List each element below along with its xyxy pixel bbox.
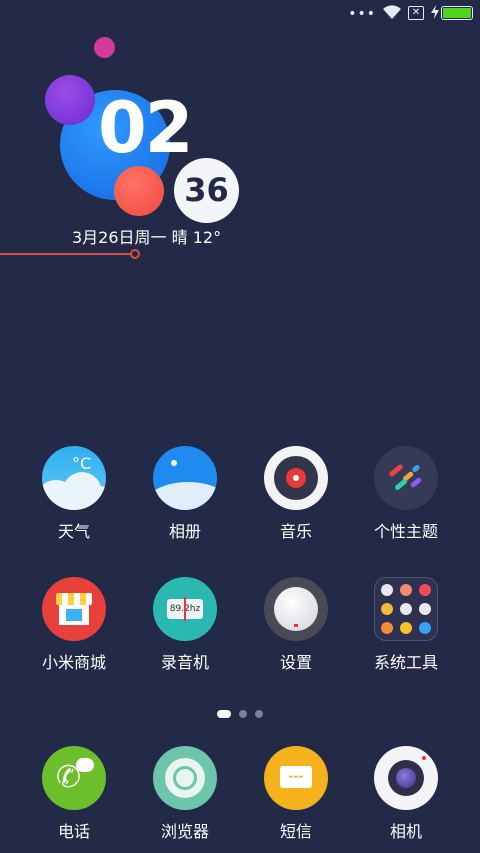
- app-label: 小米商城: [41, 653, 106, 672]
- app-tools-folder[interactable]: 系统工具: [356, 577, 456, 673]
- app-label: 个性主题: [373, 522, 438, 541]
- app-label: 设置: [279, 653, 312, 672]
- app-label: 电话: [57, 822, 90, 841]
- app-label: 录音机: [160, 653, 209, 672]
- app-label: 相机: [389, 822, 422, 841]
- music-icon[interactable]: [264, 446, 328, 510]
- app-settings[interactable]: 设置: [246, 577, 346, 673]
- date-weather-text: 3月26日周一 晴 12°: [72, 228, 222, 247]
- tools-folder-icon[interactable]: [374, 577, 438, 641]
- app-label: 浏览器: [160, 822, 209, 841]
- phone-icon[interactable]: ✆: [42, 746, 106, 810]
- dock-browser[interactable]: 浏览器: [135, 746, 235, 842]
- messages-icon[interactable]: ---: [264, 746, 328, 810]
- app-recorder[interactable]: 89.2hz 录音机: [135, 577, 235, 673]
- recorder-icon[interactable]: 89.2hz: [153, 577, 217, 641]
- page-indicator[interactable]: [0, 703, 480, 722]
- charging-bolt-icon: [431, 5, 439, 19]
- camera-icon[interactable]: [374, 746, 438, 810]
- app-label: 系统工具: [373, 653, 438, 672]
- app-store[interactable]: 小米商城: [24, 577, 124, 673]
- decor-ball-red: [114, 166, 164, 216]
- dock-messages[interactable]: --- 短信: [246, 746, 346, 842]
- status-bar: ••• ✕: [0, 0, 480, 26]
- store-icon[interactable]: [42, 577, 106, 641]
- app-gallery[interactable]: 相册: [135, 446, 235, 542]
- page-dot[interactable]: [239, 709, 247, 718]
- more-icon: •••: [348, 6, 376, 22]
- clock-hour: 02: [98, 87, 193, 169]
- gallery-icon[interactable]: [153, 446, 217, 510]
- no-sim-icon: ✕: [408, 6, 424, 20]
- dock-phone[interactable]: ✆ 电话: [24, 746, 124, 842]
- decor-ball-purple: [45, 75, 95, 125]
- themes-icon[interactable]: [374, 446, 438, 510]
- app-label: 相册: [168, 522, 201, 541]
- battery-icon: [441, 6, 473, 20]
- app-weather[interactable]: °C 天气: [24, 446, 124, 542]
- decor-line-dot: [130, 249, 140, 259]
- dock-camera[interactable]: 相机: [356, 746, 456, 842]
- app-label: 音乐: [279, 522, 312, 541]
- app-label: 短信: [279, 822, 312, 841]
- clock-widget[interactable]: 02 36 3月26日周一 晴 12°: [0, 30, 260, 260]
- weather-icon[interactable]: °C: [42, 446, 106, 510]
- browser-icon[interactable]: [153, 746, 217, 810]
- settings-icon[interactable]: [264, 577, 328, 641]
- app-music[interactable]: 音乐: [246, 446, 346, 542]
- page-dot[interactable]: [255, 709, 263, 718]
- wifi-icon: [383, 5, 401, 19]
- clock-minute: 36: [184, 171, 229, 209]
- app-label: 天气: [57, 522, 90, 541]
- battery-level: [443, 8, 471, 18]
- decor-line: [0, 253, 131, 255]
- decor-ball-pink: [94, 37, 115, 58]
- page-dot[interactable]: [217, 709, 231, 718]
- app-themes[interactable]: 个性主题: [356, 446, 456, 542]
